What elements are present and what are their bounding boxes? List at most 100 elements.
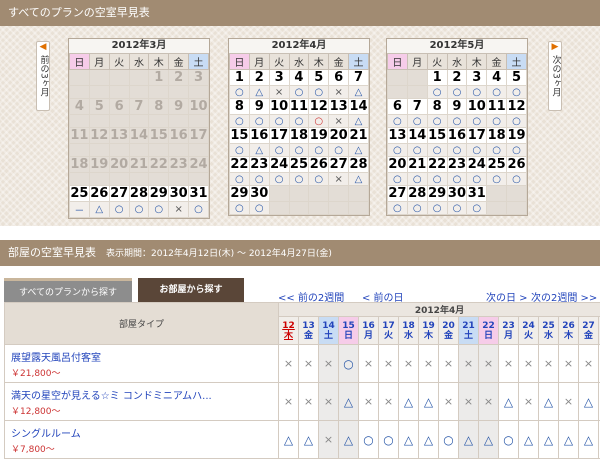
calendar-day[interactable]: 28 (349, 157, 369, 173)
availability-mark[interactable]: ○ (309, 173, 329, 186)
prev-3-months-button[interactable]: ◀ 前の3ヶ月 (36, 41, 50, 111)
tab-all-plans[interactable]: すべてのプランから探す (4, 278, 132, 302)
availability-mark[interactable]: △ (349, 144, 369, 157)
calendar-day[interactable]: 6 (388, 99, 408, 115)
calendar-day[interactable]: 25 (289, 157, 309, 173)
availability-mark[interactable]: ○ (189, 202, 209, 218)
availability-mark[interactable]: △ (249, 86, 269, 99)
calendar-day[interactable]: 25 (70, 186, 90, 202)
date-header[interactable]: 23月 (499, 317, 519, 345)
calendar-day[interactable]: 10 (467, 99, 487, 115)
availability-mark[interactable]: ○ (487, 115, 507, 128)
room-availability-cell[interactable]: ○ (339, 345, 359, 383)
availability-mark[interactable]: ○ (507, 115, 527, 128)
calendar-day[interactable]: 1 (230, 70, 250, 86)
availability-mark[interactable]: ○ (467, 115, 487, 128)
calendar-day[interactable]: 29 (230, 186, 250, 202)
availability-mark[interactable]: ○ (427, 144, 447, 157)
calendar-day[interactable]: 19 (309, 128, 329, 144)
calendar-day[interactable]: 23 (447, 157, 467, 173)
room-availability-cell[interactable]: △ (419, 421, 439, 459)
calendar-day[interactable]: 3 (467, 70, 487, 86)
room-name-link[interactable]: シングルルーム (11, 429, 81, 440)
calendar-day[interactable]: 4 (289, 70, 309, 86)
availability-mark[interactable]: ○ (249, 202, 269, 215)
availability-mark[interactable]: × (329, 115, 349, 128)
calendar-day[interactable]: 15 (230, 128, 250, 144)
availability-mark[interactable]: ○ (149, 202, 169, 218)
availability-mark[interactable]: ○ (388, 202, 408, 215)
calendar-day[interactable]: 10 (269, 99, 289, 115)
availability-mark[interactable]: ○ (427, 173, 447, 186)
calendar-day[interactable]: 20 (388, 157, 408, 173)
room-availability-cell[interactable]: ○ (499, 421, 519, 459)
date-header[interactable]: 15日 (339, 317, 359, 345)
availability-mark[interactable]: △ (349, 173, 369, 186)
availability-mark[interactable]: ○ (230, 202, 250, 215)
availability-mark[interactable]: ○ (407, 115, 427, 128)
availability-mark[interactable]: × (169, 202, 189, 218)
availability-mark[interactable]: ○ (309, 115, 329, 128)
calendar-day[interactable]: 22 (230, 157, 250, 173)
calendar-day[interactable]: 26 (507, 157, 527, 173)
calendar-day[interactable]: 27 (109, 186, 129, 202)
calendar-day[interactable]: 29 (427, 186, 447, 202)
calendar-day[interactable]: 7 (349, 70, 369, 86)
availability-mark[interactable]: ○ (507, 173, 527, 186)
calendar-day[interactable]: 22 (427, 157, 447, 173)
availability-mark[interactable]: ○ (407, 144, 427, 157)
availability-mark[interactable]: × (329, 86, 349, 99)
availability-mark[interactable]: ○ (447, 202, 467, 215)
availability-mark[interactable]: ○ (329, 144, 349, 157)
calendar-day[interactable]: 7 (407, 99, 427, 115)
date-header[interactable]: 18水 (399, 317, 419, 345)
room-availability-cell[interactable]: △ (339, 383, 359, 421)
date-header[interactable]: 14土 (319, 317, 339, 345)
calendar-day[interactable]: 9 (249, 99, 269, 115)
availability-mark[interactable]: ○ (309, 144, 329, 157)
calendar-day[interactable]: 18 (487, 128, 507, 144)
availability-mark[interactable]: △ (89, 202, 109, 218)
room-availability-cell[interactable]: △ (559, 421, 579, 459)
availability-mark[interactable]: △ (349, 115, 369, 128)
calendar-day[interactable]: 27 (329, 157, 349, 173)
calendar-day[interactable]: 13 (329, 99, 349, 115)
date-header[interactable]: 21土 (459, 317, 479, 345)
availability-mark[interactable]: ○ (109, 202, 129, 218)
availability-mark[interactable]: ○ (507, 86, 527, 99)
date-header[interactable]: 27金 (579, 317, 599, 345)
calendar-day[interactable]: 12 (309, 99, 329, 115)
availability-mark[interactable]: △ (349, 86, 369, 99)
calendar-day[interactable]: 26 (89, 186, 109, 202)
room-name-cell[interactable]: シングルルーム￥7,800～ (5, 421, 279, 459)
calendar-day[interactable]: 24 (269, 157, 289, 173)
room-availability-cell[interactable]: △ (399, 421, 419, 459)
calendar-day[interactable]: 15 (427, 128, 447, 144)
availability-mark[interactable]: ○ (289, 173, 309, 186)
availability-mark[interactable]: ○ (388, 115, 408, 128)
availability-mark[interactable]: ○ (230, 173, 250, 186)
availability-mark[interactable]: ○ (447, 173, 467, 186)
calendar-day[interactable]: 26 (309, 157, 329, 173)
availability-mark[interactable]: ○ (467, 202, 487, 215)
calendar-day[interactable]: 31 (467, 186, 487, 202)
calendar-day[interactable]: 9 (447, 99, 467, 115)
next-3-months-button[interactable]: ▶ 次の3ヶ月 (548, 41, 562, 111)
availability-mark[interactable]: ○ (309, 86, 329, 99)
availability-mark[interactable]: ○ (487, 144, 507, 157)
room-name-cell[interactable]: 展望露天風呂付客室￥21,800～ (5, 345, 279, 383)
room-availability-cell[interactable]: △ (339, 421, 359, 459)
date-header[interactable]: 12木 (279, 317, 299, 345)
availability-mark[interactable]: ○ (407, 202, 427, 215)
calendar-day[interactable]: 21 (407, 157, 427, 173)
room-availability-cell[interactable]: △ (499, 383, 519, 421)
availability-mark[interactable]: ○ (427, 86, 447, 99)
calendar-day[interactable]: 5 (507, 70, 527, 86)
availability-mark[interactable]: ○ (388, 173, 408, 186)
calendar-day[interactable]: 19 (507, 128, 527, 144)
calendar-day[interactable]: 6 (329, 70, 349, 86)
room-availability-cell[interactable]: △ (519, 421, 539, 459)
date-header[interactable]: 24火 (519, 317, 539, 345)
calendar-day[interactable]: 14 (349, 99, 369, 115)
availability-mark[interactable]: ○ (447, 115, 467, 128)
